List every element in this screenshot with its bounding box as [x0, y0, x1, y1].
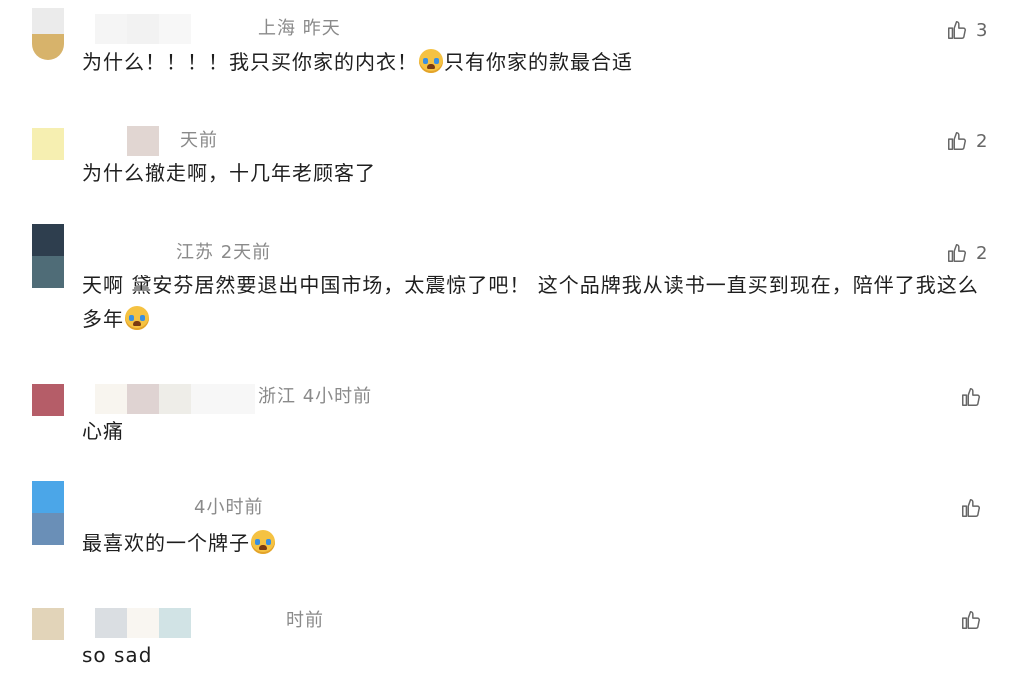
comment-text: 天啊 黛安芬居然要退出中国市场，太震惊了吧！ 这个品牌我从读书一直买到现在，陪伴…	[82, 268, 982, 336]
thumbs-up-icon	[948, 132, 966, 150]
like-count: 3	[976, 19, 988, 41]
comment-meta: 江苏 2天前	[176, 242, 272, 263]
comment-meta: 浙江 4小时前	[258, 386, 373, 407]
username-blurred[interactable]	[95, 608, 191, 638]
thumbs-up-icon	[962, 499, 980, 517]
like-button[interactable]	[960, 609, 982, 631]
username-blurred[interactable]	[95, 126, 191, 156]
comment-meta: 上海 昨天	[258, 18, 341, 39]
like-count: 2	[976, 242, 988, 264]
comment-meta: 天前	[180, 130, 218, 151]
comment-meta: 4小时前	[194, 497, 264, 518]
crying-face-emoji-icon	[419, 49, 443, 73]
thumbs-up-icon	[948, 21, 966, 39]
like-count: 2	[976, 130, 988, 152]
avatar[interactable]	[32, 8, 64, 60]
username-blurred[interactable]	[95, 14, 191, 44]
comment-text-part: 只有你家的款最合适	[444, 50, 633, 74]
crying-face-emoji-icon	[251, 530, 275, 554]
avatar[interactable]	[32, 224, 64, 288]
avatar[interactable]	[32, 128, 64, 160]
comment-text: 最喜欢的一个牌子	[82, 526, 982, 560]
crying-face-emoji-icon	[125, 306, 149, 330]
avatar[interactable]	[32, 384, 64, 416]
comment-text-part: 最喜欢的一个牌子	[82, 531, 250, 555]
comment-text-part: 天啊 黛安芬居然要退出中国市场，太震惊了吧！ 这个品牌我从读书一直买到现在，陪伴…	[82, 273, 979, 331]
comment-text: 心痛	[82, 419, 124, 443]
thumbs-up-icon	[962, 388, 980, 406]
thumbs-up-icon	[962, 611, 980, 629]
like-button[interactable]: 2	[946, 130, 987, 152]
thumbs-up-icon	[948, 244, 966, 262]
comment-text: 为什么！！！！我只买你家的内衣！ 只有你家的款最合适	[82, 45, 982, 79]
comment-meta: 时前	[286, 610, 324, 631]
comment-text: 为什么撤走啊，十几年老顾客了	[82, 161, 376, 185]
username-blurred[interactable]	[95, 384, 255, 414]
like-button[interactable]	[960, 386, 982, 408]
like-button[interactable]: 2	[946, 242, 987, 264]
avatar[interactable]	[32, 481, 64, 545]
avatar[interactable]	[32, 608, 64, 640]
like-button[interactable]: 3	[946, 19, 987, 41]
like-button[interactable]	[960, 497, 982, 519]
comment-text-part: 为什么！！！！我只买你家的内衣！	[82, 50, 418, 74]
comment-text: so sad	[82, 643, 153, 667]
